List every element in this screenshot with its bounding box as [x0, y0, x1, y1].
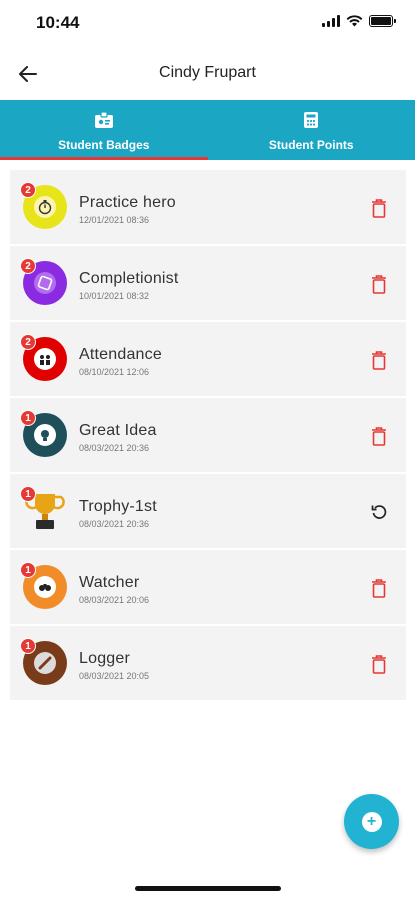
badge-date: 08/10/2021 12:06 — [79, 367, 150, 377]
badge-name: Attendance — [79, 346, 162, 363]
count-badge: 1 — [20, 562, 36, 578]
tab-label: Student Points — [268, 138, 354, 152]
list-item[interactable]: 2 Completionist 10/01/2021 08:32 — [10, 246, 406, 320]
home-indicator — [135, 886, 281, 891]
delete-button[interactable] — [368, 653, 390, 675]
count-badge: 1 — [20, 410, 36, 426]
wifi-icon — [346, 15, 363, 27]
badge-image: 2 — [20, 334, 68, 382]
badge-name: Practice hero — [79, 194, 176, 211]
badge-list: 2 Practice hero 12/01/2021 08:36 2 Compl… — [10, 170, 406, 702]
badge-image: 2 — [20, 258, 68, 306]
badge-image: 2 — [20, 182, 68, 230]
page-title: Cindy Frupart — [159, 64, 256, 81]
trash-icon — [372, 350, 386, 370]
delete-button[interactable] — [368, 349, 390, 371]
delete-button[interactable] — [368, 425, 390, 447]
delete-button[interactable] — [368, 577, 390, 599]
signal-icon — [322, 15, 340, 27]
list-item[interactable]: 1 Logger 08/03/2021 20:05 — [10, 626, 406, 700]
list-item[interactable]: 1 Great Idea 08/03/2021 20:36 — [10, 398, 406, 472]
tab-student-points[interactable]: Student Points — [208, 100, 415, 160]
tab-bar: Student Badges Student Points — [0, 100, 415, 160]
count-badge: 2 — [20, 258, 36, 274]
restore-button[interactable] — [368, 501, 390, 523]
lightbulb-icon — [34, 424, 56, 446]
plus-icon: + — [361, 811, 382, 832]
badge-image: 1 — [20, 486, 68, 534]
list-item[interactable]: 2 Attendance 08/10/2021 12:06 — [10, 322, 406, 396]
badge-image: 1 — [20, 638, 68, 686]
badge-name: Trophy-1st — [79, 498, 157, 515]
list-item[interactable]: 1 Watcher 08/03/2021 20:06 — [10, 550, 406, 624]
badge-date: 08/03/2021 20:36 — [79, 443, 150, 453]
badge-image: 1 — [20, 562, 68, 610]
badge-name: Logger — [79, 650, 131, 667]
trash-icon — [372, 654, 386, 674]
check-square-icon — [34, 272, 56, 294]
binoculars-icon — [34, 576, 56, 598]
badge-date: 12/01/2021 08:36 — [79, 215, 150, 225]
points-icon — [300, 109, 322, 131]
badge-date: 10/01/2021 08:32 — [79, 291, 150, 301]
tab-student-badges[interactable]: Student Badges — [0, 100, 208, 160]
battery-icon — [369, 15, 396, 27]
add-badge-button[interactable]: + — [344, 794, 399, 849]
stopwatch-icon — [34, 196, 56, 218]
count-badge: 1 — [20, 486, 36, 502]
badge-date: 08/03/2021 20:06 — [79, 595, 150, 605]
badge-name: Watcher — [79, 574, 140, 591]
badge-date: 08/03/2021 20:05 — [79, 671, 150, 681]
trash-icon — [372, 198, 386, 218]
badge-icon — [93, 109, 115, 131]
app-header: Cindy Frupart — [0, 48, 415, 100]
active-tab-indicator — [0, 157, 208, 160]
status-time: 10:44 — [36, 13, 80, 32]
trash-icon — [372, 426, 386, 446]
people-icon — [34, 348, 56, 370]
badge-image: 1 — [20, 410, 68, 458]
badge-date: 08/03/2021 20:36 — [79, 519, 150, 529]
status-bar: 10:44 — [0, 0, 415, 48]
restore-icon — [371, 505, 387, 519]
list-item[interactable]: 1 Trophy-1st 08/03/2021 20:36 — [10, 474, 406, 548]
list-item[interactable]: 2 Practice hero 12/01/2021 08:36 — [10, 170, 406, 244]
badge-name: Completionist — [79, 270, 179, 287]
count-badge: 1 — [20, 638, 36, 654]
tab-label: Student Badges — [58, 138, 150, 152]
log-icon — [34, 652, 56, 674]
trash-icon — [372, 274, 386, 294]
delete-button[interactable] — [368, 273, 390, 295]
status-icons — [322, 15, 396, 27]
delete-button[interactable] — [368, 197, 390, 219]
count-badge: 2 — [20, 182, 36, 198]
badge-name: Great Idea — [79, 422, 157, 439]
trash-icon — [372, 578, 386, 598]
count-badge: 2 — [20, 334, 36, 350]
